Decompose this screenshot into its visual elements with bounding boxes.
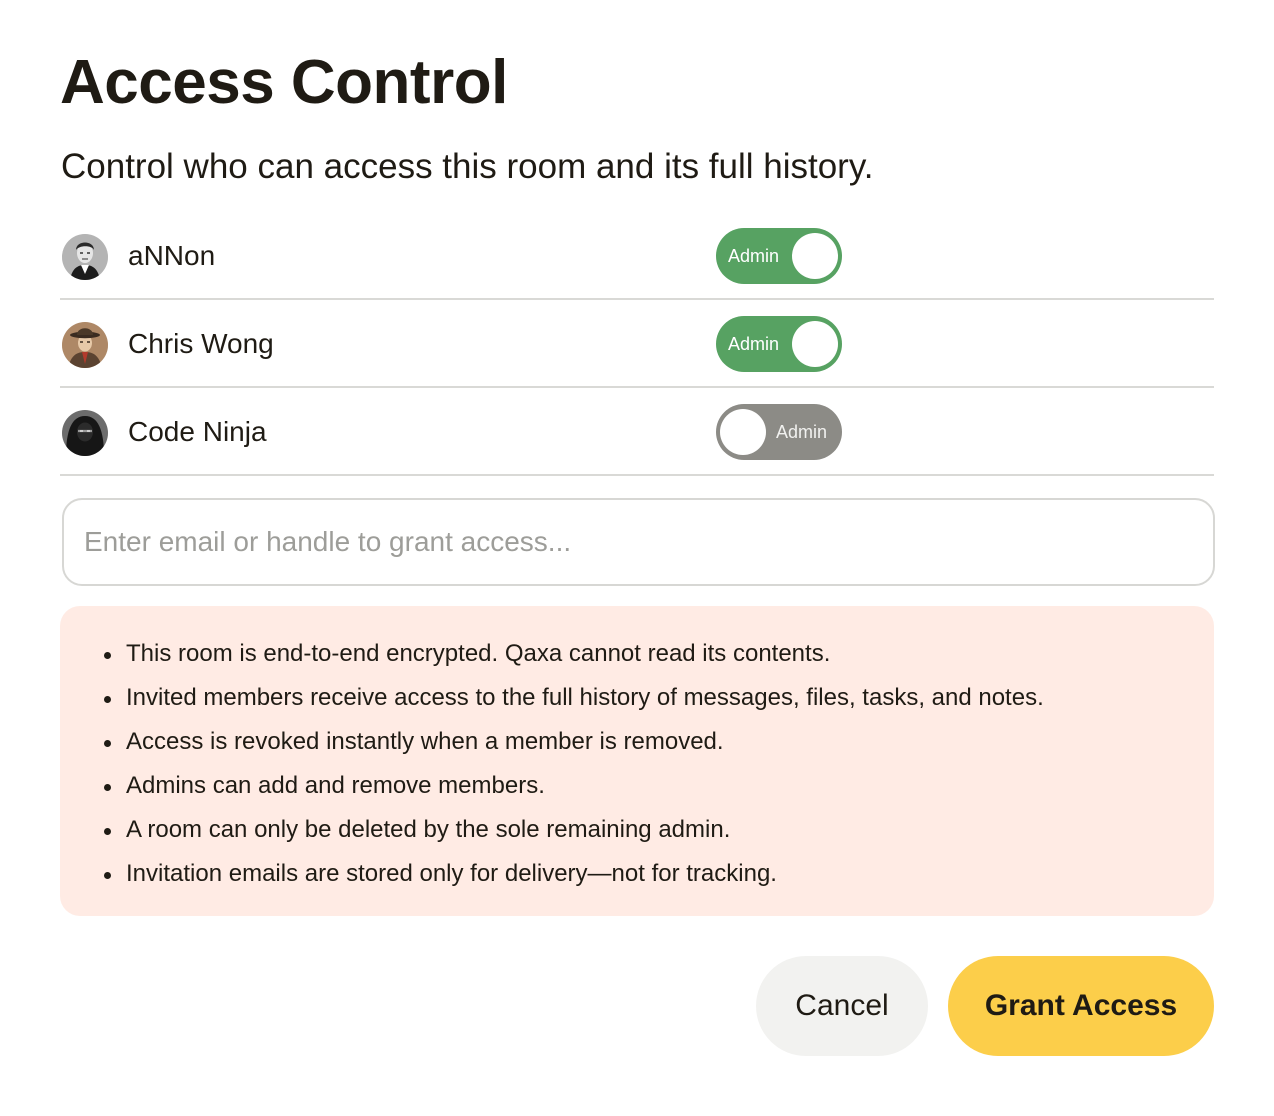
info-item: Admins can add and remove members. [102, 764, 1044, 808]
member-row: Code Ninja Admin [60, 388, 1214, 476]
member-row: aNNon Admin [60, 212, 1214, 300]
grant-access-button[interactable]: Grant Access [948, 956, 1214, 1056]
admin-toggle-label: Admin [728, 334, 780, 354]
admin-toggle[interactable]: Admin [716, 316, 842, 372]
info-item: A room can only be deleted by the sole r… [102, 808, 1044, 852]
cancel-button[interactable]: Cancel [756, 956, 928, 1056]
info-item: Access is revoked instantly when a membe… [102, 720, 1044, 764]
toggle-knob [720, 409, 766, 455]
access-control-dialog: Access Control Control who can access th… [0, 0, 1274, 1116]
admin-toggle[interactable]: Admin [716, 404, 842, 460]
dialog-title: Access Control [60, 48, 508, 117]
avatar-noir-man-icon [62, 234, 108, 280]
member-name: aNNon [128, 240, 216, 271]
admin-toggle-label: Admin [728, 246, 780, 266]
member-row: Chris Wong Admin [60, 300, 1214, 388]
member-name: Code Ninja [128, 416, 267, 447]
toggle-knob [792, 321, 838, 367]
info-item: This room is end-to-end encrypted. Qaxa … [102, 632, 1044, 676]
info-list: This room is end-to-end encrypted. Qaxa … [102, 632, 1044, 896]
info-notice: This room is end-to-end encrypted. Qaxa … [60, 606, 1214, 916]
dialog-subtitle: Control who can access this room and its… [61, 147, 874, 186]
admin-toggle[interactable]: Admin [716, 228, 842, 284]
member-name: Chris Wong [128, 328, 274, 359]
info-item: Invited members receive access to the fu… [102, 676, 1044, 720]
avatar-hooded-ninja-icon [62, 410, 108, 456]
toggle-knob [792, 233, 838, 279]
info-item: Invitation emails are stored only for de… [102, 852, 1044, 896]
admin-toggle-label: Admin [776, 422, 828, 442]
grant-access-input[interactable] [62, 498, 1215, 586]
avatar-detective-fedora-icon [62, 322, 108, 368]
member-list: aNNon Admin Chris Wong Admin Code Ninja … [60, 212, 1214, 476]
